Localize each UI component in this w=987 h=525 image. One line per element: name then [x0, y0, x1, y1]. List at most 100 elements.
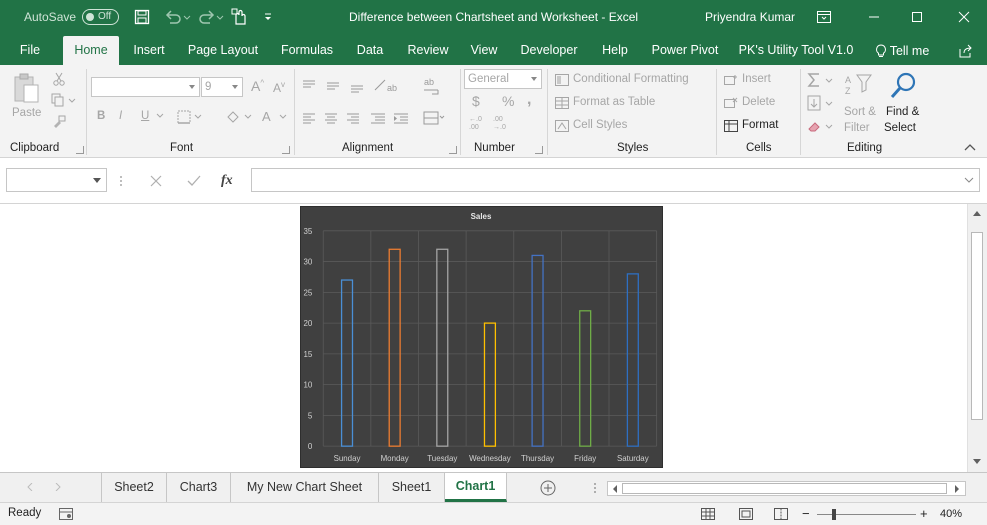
- chart[interactable]: Sales 0 5 10 15 20 25 30 35 Sunday Monday Tuesday W…: [300, 206, 663, 468]
- horizontal-scrollbar[interactable]: [607, 481, 966, 496]
- font-color-icon[interactable]: A: [259, 108, 289, 126]
- alignment-launcher-icon[interactable]: [449, 146, 457, 154]
- font-name-combo[interactable]: [91, 77, 200, 97]
- scroll-tabs-right-icon[interactable]: [52, 481, 64, 493]
- expand-formula-bar-icon[interactable]: [963, 174, 975, 186]
- hscroll-left-icon[interactable]: [610, 483, 620, 494]
- bold-button[interactable]: B: [97, 110, 105, 122]
- formula-input[interactable]: [251, 168, 980, 192]
- vertical-alignment-icons[interactable]: ab: [300, 77, 410, 95]
- number-format-combo[interactable]: General: [464, 69, 542, 89]
- underline-dropdown-icon[interactable]: [155, 109, 165, 123]
- fill-color-icon[interactable]: [224, 108, 254, 126]
- underline-button[interactable]: U: [141, 110, 149, 122]
- cancel-icon[interactable]: [147, 172, 165, 190]
- tab-review[interactable]: Review: [403, 36, 453, 65]
- sheet-tab-chart1[interactable]: Chart1: [445, 473, 507, 502]
- macro-recording-icon[interactable]: [58, 506, 74, 522]
- scroll-up-icon[interactable]: [971, 207, 983, 219]
- insert-cells-button[interactable]: Insert: [742, 73, 771, 85]
- tab-view[interactable]: View: [465, 36, 503, 65]
- normal-view-icon[interactable]: [700, 506, 716, 522]
- enter-icon[interactable]: [185, 172, 203, 190]
- sort-filter-icon[interactable]: AZ: [842, 71, 874, 101]
- tab-power-pivot[interactable]: Power Pivot: [647, 36, 723, 65]
- close-icon[interactable]: [955, 8, 973, 26]
- borders-icon[interactable]: [176, 109, 204, 125]
- hscroll-thumb[interactable]: [622, 483, 947, 494]
- chart-title[interactable]: Sales: [471, 212, 492, 221]
- grip-icon[interactable]: [117, 174, 125, 188]
- tab-help[interactable]: Help: [595, 36, 635, 65]
- tab-insert[interactable]: Insert: [127, 36, 171, 65]
- tell-me-box[interactable]: Tell me: [870, 36, 934, 65]
- autosave-toggle[interactable]: Off: [82, 9, 119, 25]
- scroll-tabs-left-icon[interactable]: [24, 481, 36, 493]
- find-select-icon[interactable]: [888, 69, 920, 101]
- decrease-font-icon[interactable]: Av: [273, 80, 285, 95]
- sheet-tab-my-new-chart-sheet[interactable]: My New Chart Sheet: [231, 473, 379, 502]
- delete-cells-button[interactable]: Delete: [742, 96, 775, 108]
- cell-styles-button[interactable]: Cell Styles: [573, 119, 627, 131]
- maximize-icon[interactable]: [908, 8, 926, 26]
- save-icon[interactable]: [133, 8, 151, 26]
- zoom-level[interactable]: 40%: [940, 508, 962, 520]
- minimize-icon[interactable]: [865, 8, 883, 26]
- horizontal-alignment-icons[interactable]: [300, 111, 392, 127]
- sheet-tab-chart3[interactable]: Chart3: [167, 473, 231, 502]
- comma-button[interactable]: ,: [527, 91, 531, 109]
- cut-icon[interactable]: [50, 71, 68, 87]
- zoom-slider-thumb[interactable]: [832, 509, 836, 520]
- increase-indent-icon[interactable]: [392, 111, 410, 127]
- percent-button[interactable]: %: [502, 93, 514, 109]
- zoom-out-button[interactable]: −: [802, 506, 810, 521]
- autosum-icon[interactable]: [806, 71, 836, 89]
- select-label[interactable]: Select: [884, 122, 916, 134]
- collapse-ribbon-icon[interactable]: [963, 141, 977, 153]
- format-as-table-button[interactable]: Format as Table: [573, 96, 655, 108]
- page-break-preview-icon[interactable]: [773, 506, 789, 522]
- scrollbar-thumb[interactable]: [971, 232, 983, 420]
- insert-function-button[interactable]: fx: [221, 173, 233, 189]
- tab-data[interactable]: Data: [350, 36, 390, 65]
- tab-page-layout[interactable]: Page Layout: [184, 36, 262, 65]
- number-launcher-icon[interactable]: [535, 146, 543, 154]
- touch-mode-icon[interactable]: [231, 8, 249, 26]
- share-icon[interactable]: [955, 36, 977, 65]
- decimal-icons[interactable]: ←.0.00.00 →.0: [466, 113, 518, 131]
- paste-icon[interactable]: [10, 71, 42, 105]
- name-box-dropdown-icon[interactable]: [93, 178, 101, 183]
- page-layout-view-icon[interactable]: [738, 506, 754, 522]
- wrap-text-icon[interactable]: ab: [422, 75, 442, 99]
- tab-formulas[interactable]: Formulas: [276, 36, 338, 65]
- redo-icon[interactable]: [197, 8, 227, 26]
- sheet-tab-sheet1[interactable]: Sheet1: [379, 473, 445, 502]
- tab-pk-utility-tool[interactable]: PK's Utility Tool V1.0: [736, 36, 856, 65]
- clear-icon[interactable]: [806, 117, 836, 135]
- italic-button[interactable]: I: [119, 110, 122, 122]
- tab-developer[interactable]: Developer: [516, 36, 582, 65]
- tab-file[interactable]: File: [10, 36, 50, 65]
- scroll-down-icon[interactable]: [971, 456, 983, 468]
- currency-button[interactable]: $: [472, 93, 480, 109]
- vertical-scrollbar[interactable]: [967, 204, 987, 472]
- conditional-formatting-button[interactable]: Conditional Formatting: [573, 73, 689, 85]
- font-launcher-icon[interactable]: [282, 146, 290, 154]
- increase-font-icon[interactable]: A^: [251, 78, 264, 94]
- format-painter-icon[interactable]: [50, 114, 68, 130]
- customize-qat-icon[interactable]: [262, 8, 274, 26]
- tab-home[interactable]: Home: [63, 36, 119, 65]
- fill-icon[interactable]: [806, 94, 836, 112]
- tab-splitter-icon[interactable]: [591, 481, 599, 495]
- zoom-in-button[interactable]: +: [920, 506, 928, 521]
- clipboard-launcher-icon[interactable]: [76, 146, 84, 154]
- hscroll-right-icon[interactable]: [952, 483, 962, 494]
- user-name[interactable]: Priyendra Kumar: [705, 10, 795, 24]
- sheet-tab-sheet2[interactable]: Sheet2: [101, 473, 167, 502]
- merge-center-icon[interactable]: [422, 109, 446, 127]
- copy-icon[interactable]: [50, 92, 78, 108]
- new-sheet-icon[interactable]: [539, 479, 557, 497]
- find-label[interactable]: Find &: [886, 106, 919, 118]
- ribbon-display-options-icon[interactable]: [815, 8, 833, 26]
- font-size-combo[interactable]: 9: [201, 77, 243, 97]
